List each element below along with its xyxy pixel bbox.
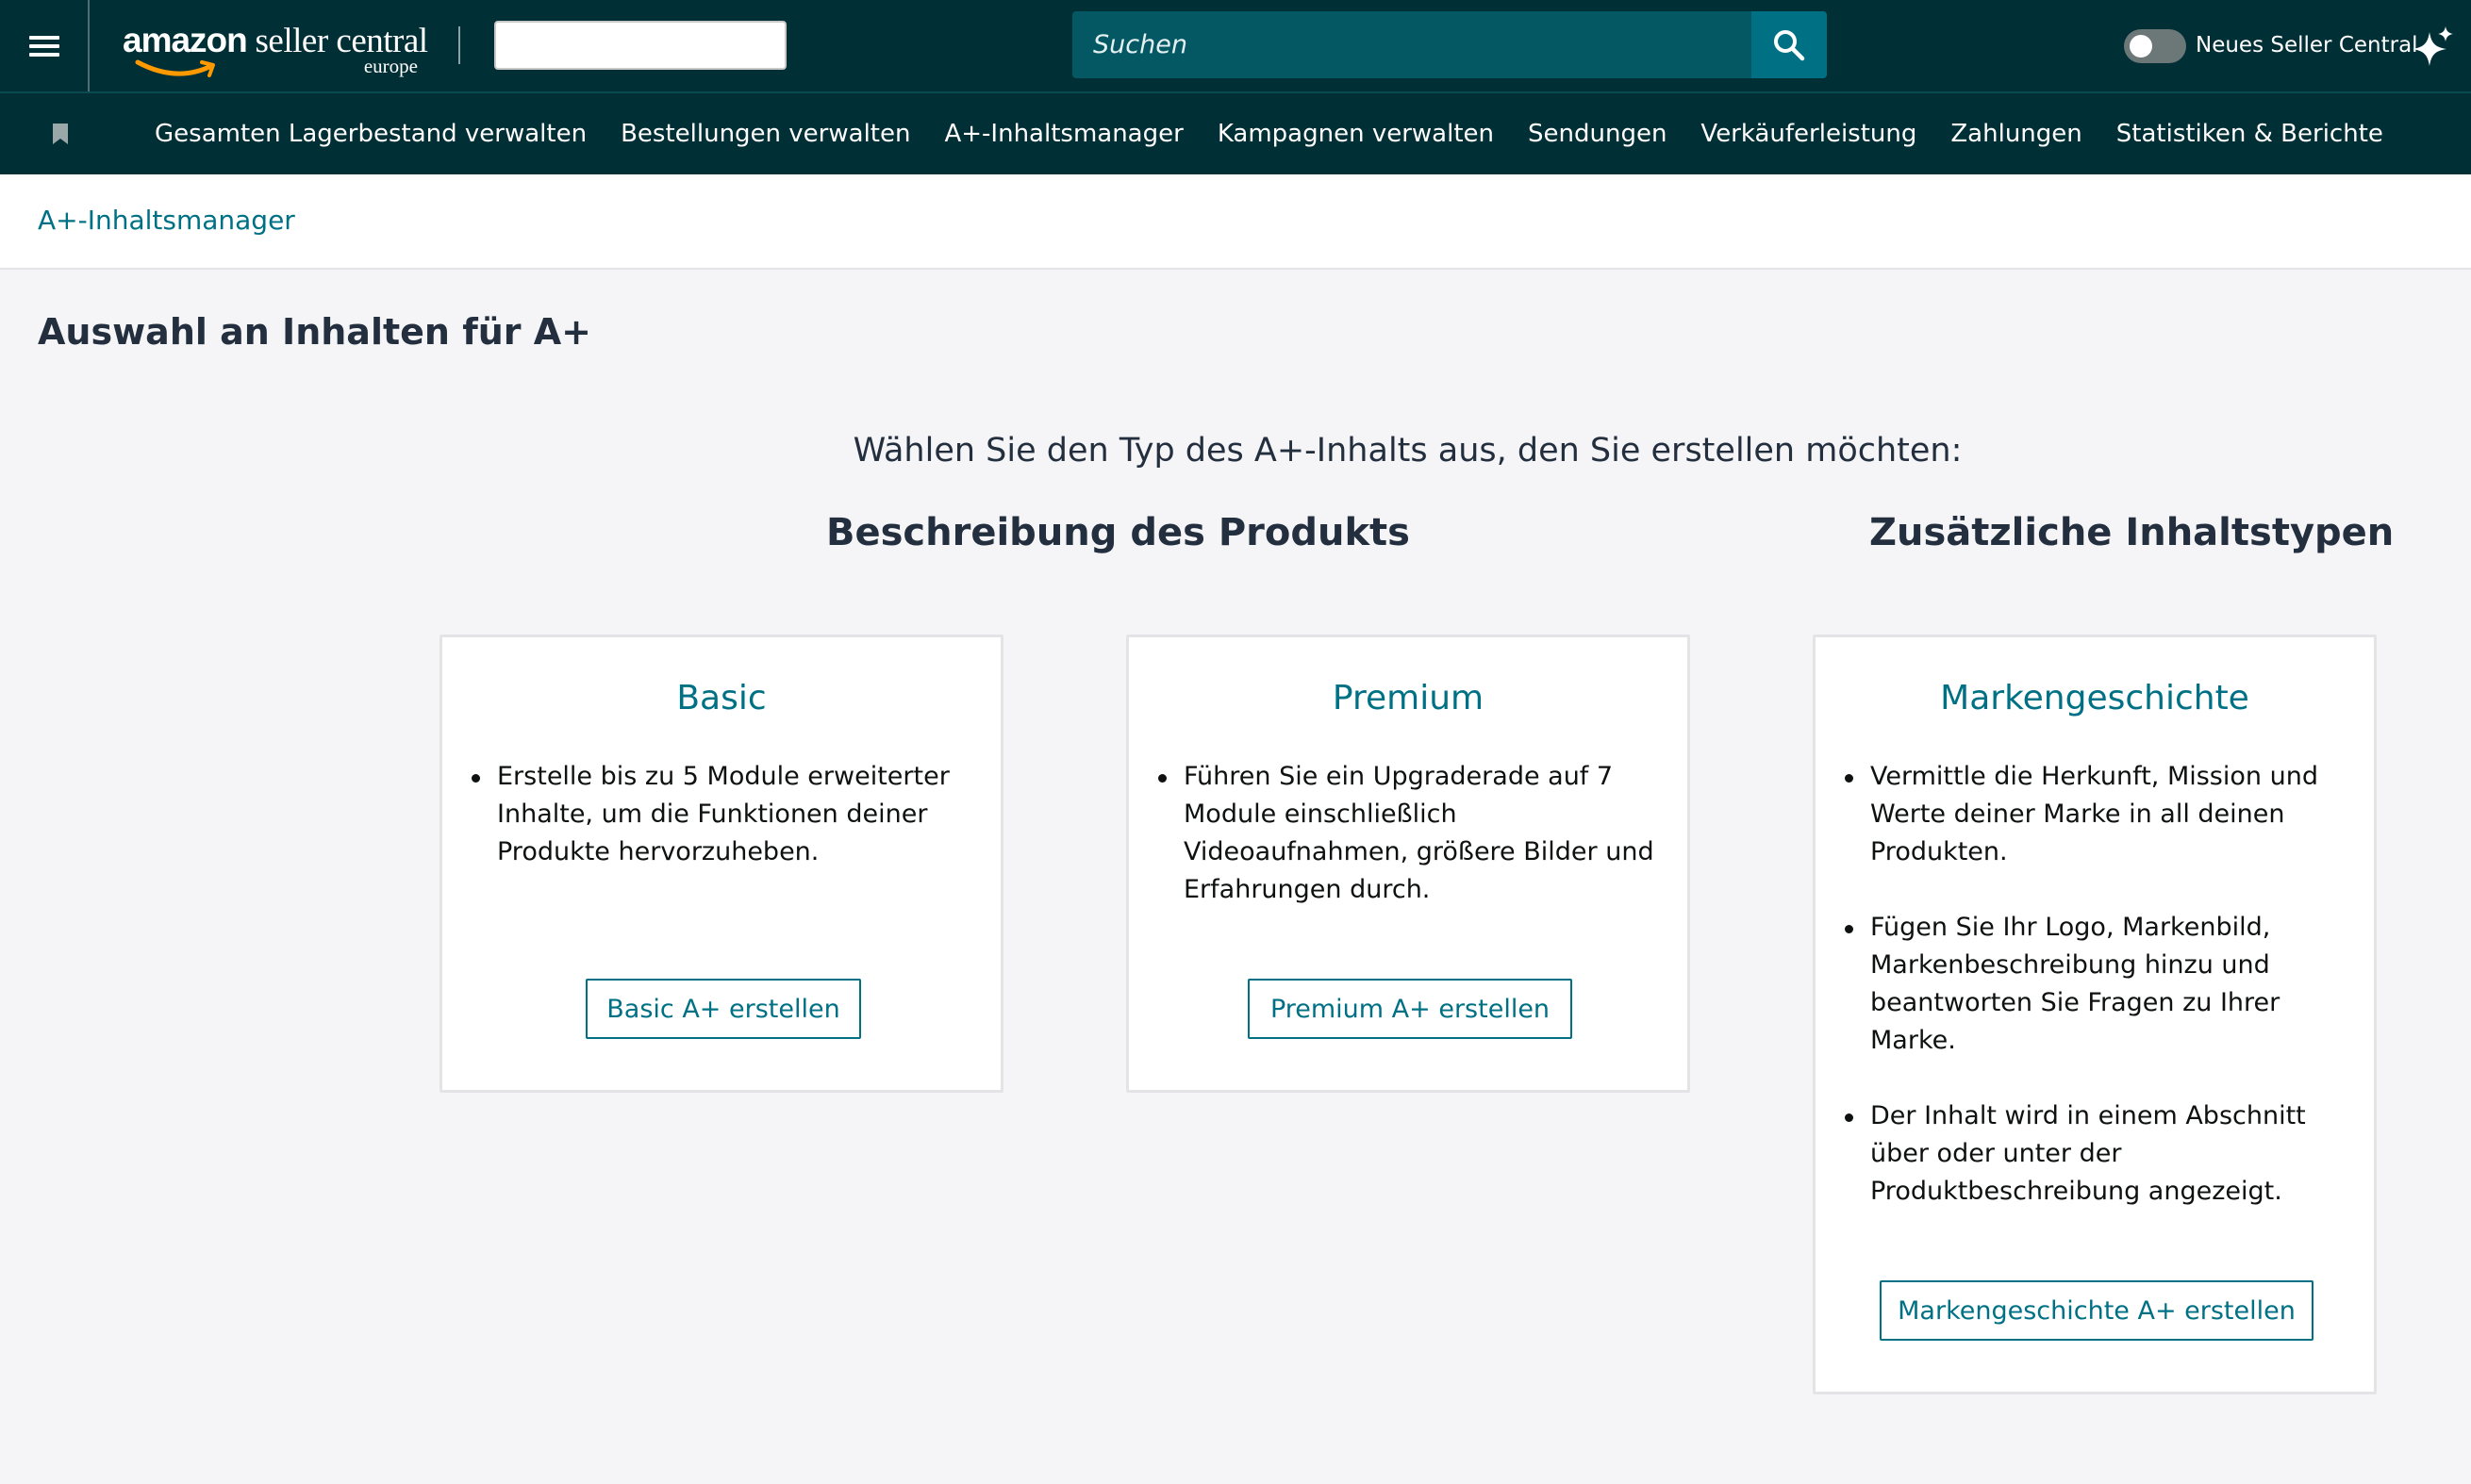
main-navigation: Gesamten Lagerbestand verwalten Bestellu… bbox=[0, 91, 2471, 174]
logo-region: europe bbox=[363, 55, 418, 77]
nav-items: Gesamten Lagerbestand verwalten Bestellu… bbox=[155, 93, 2383, 174]
search-box bbox=[1072, 11, 1751, 78]
seller-central-logo[interactable]: amazon seller central europe bbox=[123, 17, 434, 77]
new-seller-central-toggle[interactable] bbox=[2124, 29, 2186, 63]
card-bullets: Erstelle bis zu 5 Module erweiterter Inh… bbox=[472, 758, 972, 909]
header-divider bbox=[458, 26, 460, 64]
card-brand-story: Markengeschichte Vermittle die Herkunft,… bbox=[1813, 635, 2377, 1394]
card-bullets: Vermittle die Herkunft, Mission und Wert… bbox=[1845, 758, 2346, 1248]
search-button[interactable] bbox=[1751, 11, 1827, 78]
nav-item-reports[interactable]: Statistiken & Berichte bbox=[2116, 120, 2383, 148]
card-title: Markengeschichte bbox=[1940, 679, 2249, 717]
section-heading-product-description: Beschreibung des Produkts bbox=[826, 511, 1410, 554]
content-type-prompt: Wählen Sie den Typ des A+-Inhalts aus, d… bbox=[0, 432, 2471, 470]
nav-item-payments[interactable]: Zahlungen bbox=[1950, 120, 2081, 148]
sparkle-icon[interactable] bbox=[2413, 26, 2454, 68]
hamburger-menu-icon[interactable] bbox=[0, 0, 90, 91]
list-item: Vermittle die Herkunft, Mission und Wert… bbox=[1845, 758, 2346, 871]
section-heading-additional-types: Zusätzliche Inhaltstypen bbox=[1869, 511, 2395, 554]
nav-item-a-plus-manager[interactable]: A+-Inhaltsmanager bbox=[944, 120, 1183, 148]
card-basic: Basic Erstelle bis zu 5 Module erweitert… bbox=[439, 635, 1003, 1093]
toggle-label: Neues Seller Central bbox=[2196, 33, 2418, 58]
prompt-text: Wählen Sie den Typ des A+-Inhalts aus, d… bbox=[853, 432, 1963, 470]
list-item: Der Inhalt wird in einem Abschnitt über … bbox=[1845, 1097, 2346, 1211]
breadcrumb-bar: A+-Inhaltsmanager bbox=[0, 174, 2471, 270]
create-basic-button[interactable]: Basic A+ erstellen bbox=[586, 979, 861, 1039]
nav-item-shipments[interactable]: Sendungen bbox=[1528, 120, 1667, 148]
search-icon bbox=[1774, 30, 1805, 61]
create-premium-button[interactable]: Premium A+ erstellen bbox=[1248, 979, 1572, 1039]
search-input[interactable] bbox=[1072, 11, 1751, 78]
breadcrumb[interactable]: A+-Inhaltsmanager bbox=[38, 205, 295, 236]
list-item: Führen Sie ein Upgraderade auf 7 Module … bbox=[1158, 758, 1659, 909]
nav-item-orders[interactable]: Bestellungen verwalten bbox=[621, 120, 910, 148]
nav-item-performance[interactable]: Verkäuferleistung bbox=[1700, 120, 1916, 148]
create-brand-story-button[interactable]: Markengeschichte A+ erstellen bbox=[1880, 1280, 2313, 1341]
card-bullets: Führen Sie ein Upgraderade auf 7 Module … bbox=[1158, 758, 1659, 947]
nav-item-campaigns[interactable]: Kampagnen verwalten bbox=[1218, 120, 1494, 148]
card-premium: Premium Führen Sie ein Upgraderade auf 7… bbox=[1126, 635, 1690, 1093]
marketplace-input[interactable] bbox=[494, 21, 787, 70]
card-title: Basic bbox=[676, 679, 767, 717]
top-header: amazon seller central europe Neues Selle… bbox=[0, 0, 2471, 91]
bookmark-icon[interactable] bbox=[53, 124, 68, 144]
list-item: Fügen Sie Ihr Logo, Markenbild, Markenbe… bbox=[1845, 909, 2346, 1060]
page-title: Auswahl an Inhalten für A+ bbox=[38, 311, 591, 353]
card-title: Premium bbox=[1332, 679, 1484, 717]
nav-item-inventory[interactable]: Gesamten Lagerbestand verwalten bbox=[155, 120, 587, 148]
list-item: Erstelle bis zu 5 Module erweiterter Inh… bbox=[472, 758, 972, 871]
logo-smile-icon bbox=[135, 59, 215, 77]
